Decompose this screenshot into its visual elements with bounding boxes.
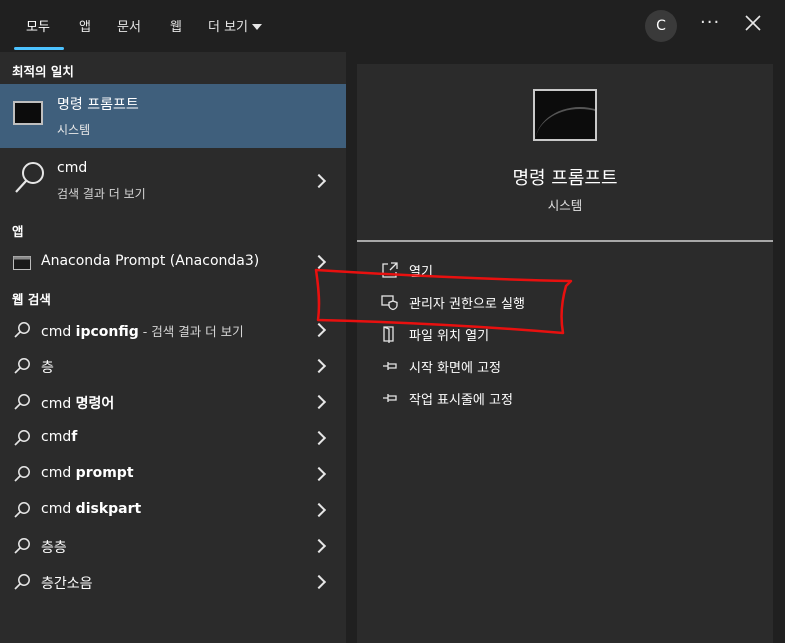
web-result-item[interactable]: cmd prompt xyxy=(0,457,346,491)
active-tab-indicator xyxy=(14,47,64,50)
web-result-query: cmd xyxy=(41,429,72,445)
chevron-right-icon xyxy=(311,502,327,518)
chevron-right-icon xyxy=(311,394,327,410)
action-open-file-location[interactable]: 파일 위치 열기 xyxy=(381,322,489,346)
search-more-results-item[interactable]: cmd 검색 결과 더 보기 xyxy=(0,152,346,208)
web-result-label: 층 xyxy=(41,357,54,377)
chevron-down-icon xyxy=(252,23,263,30)
section-best-match: 최적의 일치 xyxy=(12,64,74,79)
web-result-label: cmd 명령어 xyxy=(41,393,114,413)
admin-shield-icon xyxy=(381,295,398,311)
web-result-item[interactable]: 층층 xyxy=(0,529,346,563)
section-web-search: 웹 검색 xyxy=(12,292,51,307)
tab-web[interactable]: 웹 xyxy=(170,16,182,35)
detail-type: 시스템 xyxy=(547,198,583,213)
web-result-suggestion: ipconfig xyxy=(75,324,139,340)
web-result-query: 층간소음 xyxy=(41,576,93,592)
chevron-right-icon xyxy=(311,574,327,590)
tab-apps[interactable]: 앱 xyxy=(79,16,91,35)
web-result-suggestion: 명령어 xyxy=(75,396,115,412)
terminal-icon xyxy=(13,256,31,270)
folder-icon xyxy=(383,326,394,343)
action-run-as-admin[interactable]: 관리자 권한으로 실행 xyxy=(381,290,525,314)
web-result-label: cmdf xyxy=(41,429,77,445)
best-match-subtitle: 시스템 xyxy=(57,123,91,137)
tab-all[interactable]: 모두 xyxy=(26,16,50,35)
web-result-item[interactable]: cmd ipconfig - 검색 결과 더 보기 xyxy=(0,313,346,347)
search-more-results-label: 검색 결과 더 보기 xyxy=(57,187,146,201)
command-prompt-icon xyxy=(533,89,597,141)
chevron-right-icon xyxy=(311,322,327,338)
action-pin-to-taskbar[interactable]: 작업 표시줄에 고정 xyxy=(381,386,513,410)
chevron-right-icon xyxy=(311,254,327,270)
top-bar: 모두 앱 문서 웹 더 보기 C ··· xyxy=(0,0,785,52)
web-result-query: cmd xyxy=(41,501,76,517)
web-result-item[interactable]: cmd diskpart xyxy=(0,493,346,527)
chevron-right-icon xyxy=(311,173,327,189)
tab-documents[interactable]: 문서 xyxy=(117,16,141,35)
app-item-anaconda-prompt[interactable]: Anaconda Prompt (Anaconda3) xyxy=(0,245,346,279)
web-result-label: cmd diskpart xyxy=(41,501,141,517)
action-pin-to-start-label: 시작 화면에 고정 xyxy=(409,360,501,376)
best-match-title: 명령 프롬프트 xyxy=(57,97,139,113)
close-icon[interactable] xyxy=(744,14,762,32)
web-result-suggestion: f xyxy=(71,429,78,445)
chevron-right-icon xyxy=(311,466,327,482)
pin-icon xyxy=(383,362,397,370)
pin-icon xyxy=(383,394,397,402)
search-icon xyxy=(14,430,30,446)
web-result-query: cmd xyxy=(41,396,76,412)
chevron-right-icon xyxy=(311,538,327,554)
search-icon xyxy=(14,466,30,482)
web-result-query: cmd xyxy=(41,465,76,481)
web-result-item[interactable]: cmd 명령어 xyxy=(0,385,346,419)
web-result-item[interactable]: cmdf xyxy=(0,421,346,455)
web-result-query: 층 xyxy=(41,360,54,376)
web-result-suffix: - 검색 결과 더 보기 xyxy=(138,324,244,339)
more-options-button[interactable]: ··· xyxy=(700,12,720,33)
command-prompt-icon xyxy=(13,101,43,125)
web-result-label: 층간소음 xyxy=(41,573,93,593)
search-query: cmd xyxy=(57,160,88,176)
web-result-item[interactable]: 층 xyxy=(0,349,346,383)
action-pin-to-start[interactable]: 시작 화면에 고정 xyxy=(381,354,501,378)
search-icon xyxy=(14,574,30,590)
detail-title: 명령 프롬프트 xyxy=(512,168,618,189)
action-run-as-admin-label: 관리자 권한으로 실행 xyxy=(409,296,525,312)
web-result-query: cmd xyxy=(41,324,76,340)
avatar[interactable]: C xyxy=(645,10,677,42)
action-open-file-location-label: 파일 위치 열기 xyxy=(409,328,490,344)
chevron-right-icon xyxy=(311,358,327,374)
search-icon xyxy=(14,358,30,374)
web-result-item[interactable]: 층간소음 xyxy=(0,565,346,599)
action-open[interactable]: 열기 xyxy=(381,258,433,282)
search-icon xyxy=(14,502,30,518)
search-icon xyxy=(14,394,30,410)
results-pane: 최적의 일치 명령 프롬프트 시스템 cmd 검색 결과 더 보기 앱 Anac… xyxy=(0,52,346,643)
action-pin-to-taskbar-label: 작업 표시줄에 고정 xyxy=(409,392,513,408)
search-icon xyxy=(14,322,30,338)
action-open-label: 열기 xyxy=(409,264,433,280)
search-icon xyxy=(14,538,30,554)
app-item-label: Anaconda Prompt (Anaconda3) xyxy=(41,253,260,269)
open-icon xyxy=(382,262,398,278)
web-result-label: cmd ipconfig - 검색 결과 더 보기 xyxy=(41,321,244,340)
web-result-suggestion: diskpart xyxy=(75,501,142,517)
tab-more[interactable]: 더 보기 xyxy=(208,16,263,35)
search-icon xyxy=(15,162,44,193)
best-match-item[interactable]: 명령 프롬프트 시스템 xyxy=(0,84,346,148)
web-result-label: cmd prompt xyxy=(41,465,134,481)
web-result-suggestion: prompt xyxy=(75,465,134,481)
tab-more-label: 더 보기 xyxy=(208,20,249,35)
divider xyxy=(357,240,773,242)
chevron-right-icon xyxy=(311,430,327,446)
web-result-label: 층층 xyxy=(41,537,67,557)
web-result-query: 층층 xyxy=(41,540,67,556)
detail-pane: 명령 프롬프트 시스템 열기 관리자 권한으로 실행 파일 위치 열기 시작 화… xyxy=(357,64,773,643)
section-apps: 앱 xyxy=(12,224,24,239)
